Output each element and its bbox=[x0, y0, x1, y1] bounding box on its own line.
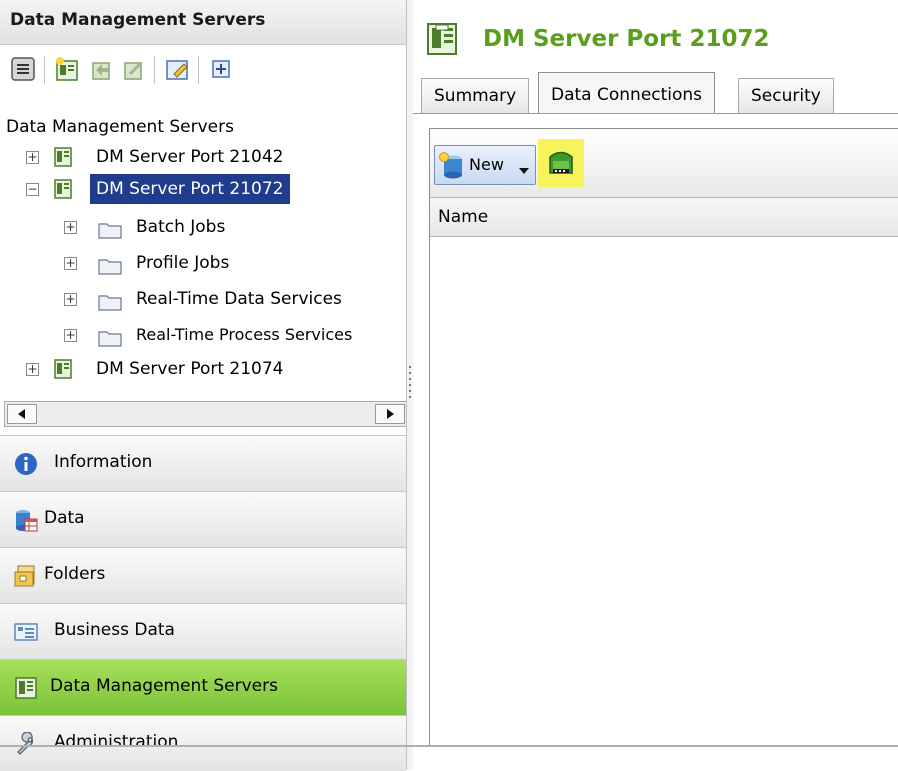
nav-information[interactable]: Information bbox=[0, 435, 406, 492]
import-icon[interactable] bbox=[88, 56, 114, 82]
business-data-icon bbox=[14, 620, 38, 644]
scroll-right-icon[interactable] bbox=[375, 404, 405, 424]
wrench-icon bbox=[14, 731, 38, 756]
scroll-left-icon[interactable] bbox=[7, 404, 37, 424]
collapse-tree-icon[interactable]: − bbox=[26, 183, 39, 196]
tree-server-label: DM Server Port 21042 bbox=[96, 147, 284, 167]
collapse-icon[interactable] bbox=[10, 56, 36, 82]
tree-horizontal-scrollbar[interactable] bbox=[4, 401, 408, 427]
tree-folder-real-time-data-services[interactable]: + Real-Time Data Services bbox=[64, 284, 404, 314]
nav-administration[interactable]: Administration bbox=[0, 715, 406, 771]
server-icon bbox=[54, 147, 72, 167]
nav-label: Data Management Servers bbox=[50, 676, 278, 696]
tab-label: Data Connections bbox=[551, 85, 703, 105]
new-label: New bbox=[469, 155, 504, 174]
tab-security[interactable]: Security bbox=[738, 78, 834, 113]
nav-label: Data bbox=[44, 508, 85, 528]
new-server-icon[interactable] bbox=[54, 56, 80, 82]
tree-root[interactable]: Data Management Servers bbox=[6, 112, 234, 142]
chevron-down-icon bbox=[519, 161, 529, 181]
column-header[interactable]: Name bbox=[430, 198, 898, 237]
expand-icon[interactable]: + bbox=[64, 257, 77, 270]
folder-icon bbox=[98, 219, 122, 239]
bottom-border bbox=[0, 745, 898, 747]
tab-summary[interactable]: Summary bbox=[421, 78, 530, 113]
tree-folder-label: Batch Jobs bbox=[136, 217, 226, 237]
info-icon bbox=[14, 452, 38, 476]
tree-folder-profile-jobs[interactable]: + Profile Jobs bbox=[64, 248, 404, 278]
nav-folders[interactable]: Folders bbox=[0, 547, 406, 604]
add-icon[interactable] bbox=[208, 56, 234, 82]
export-icon[interactable] bbox=[120, 56, 146, 82]
tree-server-label: DM Server Port 21074 bbox=[96, 359, 284, 379]
server-icon bbox=[427, 22, 457, 56]
tab-divider bbox=[413, 113, 898, 114]
nav-data-management-servers[interactable]: Data Management Servers bbox=[0, 659, 406, 716]
server-icon bbox=[14, 676, 38, 700]
nav-label: Folders bbox=[44, 564, 106, 584]
edit-icon[interactable] bbox=[164, 56, 190, 82]
expand-icon[interactable]: + bbox=[64, 329, 77, 342]
tab-data-connections[interactable]: Data Connections bbox=[538, 72, 716, 114]
tree-toolbar bbox=[0, 46, 406, 96]
server-icon bbox=[54, 179, 72, 199]
database-icon bbox=[14, 508, 38, 532]
expand-icon[interactable]: + bbox=[26, 151, 39, 164]
data-connections-panel: New Name bbox=[429, 128, 898, 746]
left-panel-header: Data Management Servers bbox=[0, 0, 406, 45]
tree-root-label: Data Management Servers bbox=[6, 117, 234, 137]
nav-data[interactable]: Data bbox=[0, 491, 406, 548]
folders-icon bbox=[14, 564, 38, 588]
server-icon bbox=[54, 359, 72, 379]
folder-icon bbox=[98, 291, 122, 311]
column-name: Name bbox=[438, 207, 489, 227]
main-panel: DM Server Port 21072 Summary Data Connec… bbox=[413, 0, 898, 770]
new-database-icon bbox=[439, 152, 465, 185]
expand-icon[interactable]: + bbox=[64, 293, 77, 306]
folder-icon bbox=[98, 327, 122, 347]
nav-label: Information bbox=[54, 452, 153, 472]
tree-folder-label: Real-Time Process Services bbox=[136, 325, 353, 344]
tab-label: Summary bbox=[434, 86, 517, 106]
tree-server-21074[interactable]: + DM Server Port 21074 bbox=[26, 354, 396, 384]
tree-folder-label: Profile Jobs bbox=[136, 253, 230, 273]
tree-folder-batch-jobs[interactable]: + Batch Jobs bbox=[64, 212, 404, 242]
tree-folder-label: Real-Time Data Services bbox=[136, 289, 342, 309]
tab-label: Security bbox=[751, 86, 821, 106]
left-panel-title: Data Management Servers bbox=[10, 10, 266, 30]
expand-icon[interactable]: + bbox=[26, 363, 39, 376]
tree-server-21042[interactable]: + DM Server Port 21042 bbox=[26, 142, 396, 172]
nav-label: Business Data bbox=[54, 620, 175, 640]
folder-icon bbox=[98, 255, 122, 275]
connections-toolbar: New bbox=[430, 129, 898, 198]
expand-icon[interactable]: + bbox=[64, 221, 77, 234]
left-panel: Data Management Servers Data Management … bbox=[0, 0, 412, 771]
tree-server-label: DM Server Port 21072 bbox=[90, 174, 290, 204]
tree-folder-real-time-process-services[interactable]: + Real-Time Process Services bbox=[64, 320, 404, 350]
new-button[interactable]: New bbox=[434, 145, 536, 185]
nav-business-data[interactable]: Business Data bbox=[0, 603, 406, 660]
server-connection-icon[interactable] bbox=[544, 147, 578, 184]
page-title: DM Server Port 21072 bbox=[483, 26, 770, 52]
tree-server-21072[interactable]: − DM Server Port 21072 bbox=[26, 174, 396, 204]
nav-label: Administration bbox=[54, 732, 179, 752]
